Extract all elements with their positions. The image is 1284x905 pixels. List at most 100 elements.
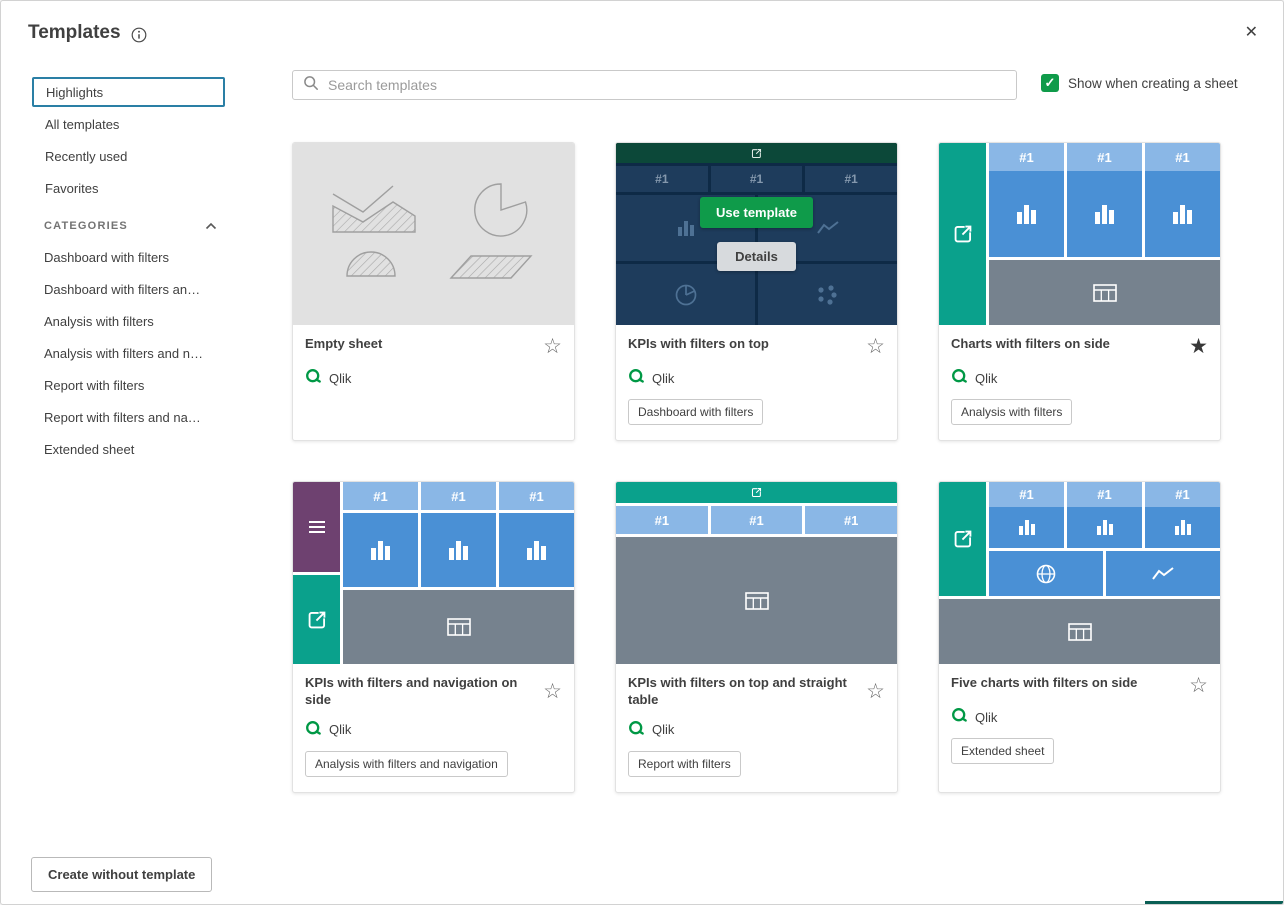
kpi-title: #1 (343, 482, 418, 510)
card-title: Five charts with filters on side (951, 675, 1137, 696)
table-icon (1093, 283, 1117, 303)
kpi-title: #1 (499, 482, 574, 510)
publisher-name: Qlik (329, 722, 351, 737)
sketch-half-donut-icon (347, 252, 395, 276)
search-input[interactable] (328, 77, 1006, 93)
create-without-template-button[interactable]: Create without template (31, 857, 212, 892)
table-tile (939, 599, 1220, 664)
details-button[interactable]: Details (717, 242, 796, 271)
kpis-top-table-thumbnail: #1 #1 #1 (616, 482, 897, 664)
sketch-area-chart-icon (333, 202, 415, 232)
card-body: Empty sheet ☆ Qlik (293, 325, 574, 403)
favorite-star-icon[interactable]: ☆ (543, 336, 562, 357)
sidebar-item-analysis-with-filters[interactable]: Analysis with filters (32, 305, 225, 337)
category-tag: Report with filters (628, 751, 741, 777)
info-icon[interactable] (131, 27, 147, 43)
qlik-logo-icon (305, 368, 322, 388)
sidebar-item-report-with-filters[interactable]: Report with filters (32, 369, 225, 401)
favorite-star-icon[interactable]: ★ (1189, 336, 1208, 357)
sidebar-item-extended-sheet[interactable]: Extended sheet (32, 433, 225, 465)
dialog-title-row: Templates (28, 22, 147, 44)
publisher-row: Qlik (305, 720, 562, 740)
sidebar-item-recently-used[interactable]: Recently used (32, 141, 225, 171)
sidebar-item-report-with-filters-and-nav[interactable]: Report with filters and na… (32, 401, 225, 433)
kpi-title: #1 (1145, 482, 1220, 507)
bar-chart-icon (1095, 205, 1114, 224)
empty-sheet-thumbnail (293, 143, 574, 325)
filter-pane-icon (305, 608, 329, 632)
sidebar-item-analysis-with-filters-and-nav[interactable]: Analysis with filters and n… (32, 337, 225, 369)
qlik-logo-icon (628, 368, 645, 388)
template-card-empty-sheet[interactable]: Empty sheet ☆ Qlik (292, 142, 575, 441)
show-when-creating-checkbox[interactable]: ✓ (1041, 74, 1059, 92)
table-tile (989, 260, 1220, 325)
hamburger-menu-icon (308, 520, 326, 534)
sidebar-item-favorites[interactable]: Favorites (32, 173, 225, 203)
five-charts-side-thumbnail: #1 #1 #1 (939, 482, 1220, 664)
categories-header: CATEGORIES (44, 220, 128, 232)
publisher-row: Qlik (628, 720, 885, 740)
page-title: Templates (28, 22, 121, 44)
bar-chart-icon (449, 541, 468, 560)
template-grid: Empty sheet ☆ Qlik #1 #1 #1 (292, 142, 1221, 793)
filter-pane-icon (750, 486, 763, 499)
category-tag: Analysis with filters and navigation (305, 751, 508, 777)
table-icon (1068, 622, 1092, 642)
bottom-edge-decor (1145, 901, 1283, 904)
search-bar (292, 70, 1017, 100)
show-when-creating-row: ✓ Show when creating a sheet (1041, 74, 1238, 92)
bar-chart-icon (1019, 520, 1035, 535)
kpi-title: #1 (421, 482, 496, 510)
sidebar-item-dashboard-with-filters-and-nav[interactable]: Dashboard with filters an… (32, 273, 225, 305)
map-tile (989, 551, 1103, 596)
charts-side-thumbnail: #1 #1 #1 (939, 143, 1220, 325)
filter-pane-column (939, 482, 986, 596)
bar-chart-tile (421, 513, 496, 587)
kpi-chart-tile: #1 (1067, 482, 1142, 548)
favorite-star-icon[interactable]: ☆ (543, 675, 562, 709)
card-title: KPIs with filters on top (628, 336, 769, 357)
template-card-kpis-filters-nav-side[interactable]: #1 #1 #1 KPIs with filters (292, 481, 575, 793)
favorite-star-icon[interactable]: ☆ (866, 675, 885, 709)
kpis-top-thumbnail: #1 #1 #1 Use template Details (616, 143, 897, 325)
bar-chart-icon (371, 541, 390, 560)
checkbox-label: Show when creating a sheet (1068, 76, 1238, 91)
sidebar-item-dashboard-with-filters[interactable]: Dashboard with filters (32, 241, 225, 273)
kpi-title: #1 (989, 143, 1064, 171)
kpi-title: #1 (1067, 143, 1142, 171)
favorite-star-icon[interactable]: ☆ (1189, 675, 1208, 696)
category-tag: Dashboard with filters (628, 399, 763, 425)
template-card-charts-filters-side[interactable]: #1 #1 #1 (938, 142, 1221, 441)
sketch-parallelogram-icon (451, 256, 531, 278)
collapse-categories-button[interactable] (201, 218, 221, 234)
favorite-star-icon[interactable]: ☆ (866, 336, 885, 357)
bar-chart-tile (343, 513, 418, 587)
bar-chart-tile (499, 513, 574, 587)
template-card-kpis-top-straight-table[interactable]: #1 #1 #1 KPIs with filters on top and st… (615, 481, 898, 793)
sidebar-item-highlights[interactable]: Highlights (32, 77, 225, 107)
filter-pane-icon (951, 222, 975, 246)
qlik-logo-icon (305, 720, 322, 740)
template-card-five-charts-filters-side[interactable]: #1 #1 #1 (938, 481, 1221, 793)
publisher-row: Qlik (951, 707, 1208, 727)
sketch-pie-chart-icon (474, 183, 526, 235)
publisher-row: Qlik (628, 368, 885, 388)
card-title: Empty sheet (305, 336, 382, 357)
search-icon (303, 75, 319, 96)
use-template-button[interactable]: Use template (700, 197, 813, 228)
publisher-name: Qlik (652, 722, 674, 737)
close-icon[interactable]: ✕ (1245, 25, 1258, 41)
categories-header-row: CATEGORIES (32, 211, 225, 241)
sidebar-item-all-templates[interactable]: All templates (32, 109, 225, 139)
bar-chart-icon (1173, 205, 1192, 224)
category-tag: Extended sheet (951, 738, 1054, 764)
kpi-title: #1 (989, 482, 1064, 507)
table-icon (745, 591, 769, 611)
chevron-up-icon (205, 222, 217, 230)
kpi-title: #1 (1145, 143, 1220, 171)
table-tile (343, 590, 574, 664)
kpi-title: #1 (805, 506, 897, 534)
sidebar: Highlights All templates Recently used F… (32, 77, 225, 465)
card-body: KPIs with filters on top and straight ta… (616, 664, 897, 792)
template-card-kpis-filters-top[interactable]: #1 #1 #1 Use template Details (615, 142, 898, 441)
